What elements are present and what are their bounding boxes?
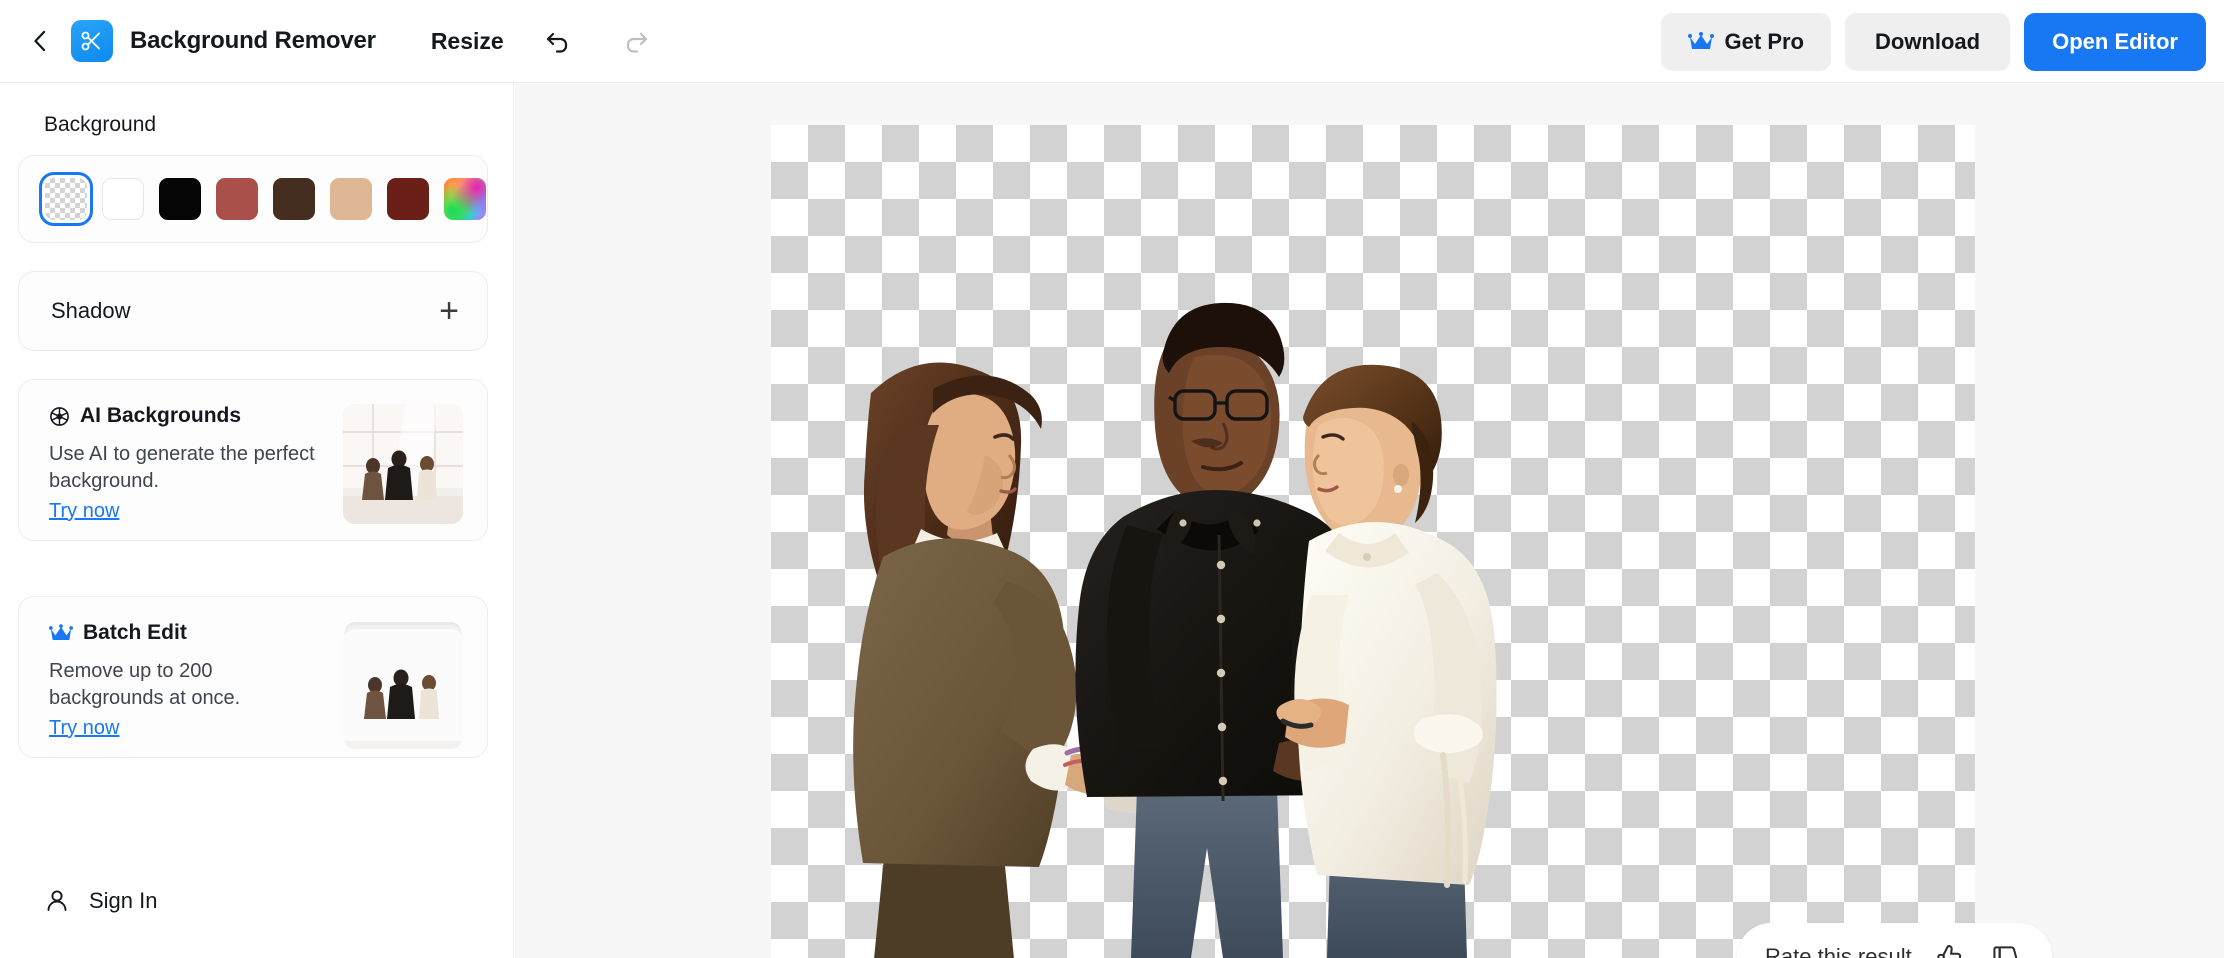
- rate-result-label: Rate this result: [1765, 944, 1912, 958]
- sign-in-label: Sign In: [89, 888, 158, 914]
- background-swatch-row: [19, 156, 487, 242]
- top-bar: Background Remover Resize Get Pro Downlo…: [0, 0, 2224, 83]
- thumbs-down-icon: [1991, 942, 2021, 958]
- swatch-black[interactable]: [159, 178, 201, 220]
- thumbs-down-button[interactable]: [1988, 939, 2024, 958]
- undo-button[interactable]: [538, 21, 578, 61]
- swatch-maroon[interactable]: [387, 178, 429, 220]
- batch-edit-description: Remove up to 200 backgrounds at once.: [49, 658, 319, 713]
- person-right: [1276, 365, 1496, 958]
- background-section-label: Background: [44, 113, 156, 137]
- background-swatch-card: [18, 155, 488, 243]
- artboard-transparent-checkerboard[interactable]: [771, 125, 1975, 958]
- redo-arrow-icon: [622, 27, 650, 55]
- resize-button[interactable]: Resize: [421, 20, 514, 63]
- cutout-subject-image: [771, 125, 1975, 958]
- crown-icon: [49, 624, 73, 643]
- sign-in-button[interactable]: Sign In: [36, 880, 166, 922]
- app-logo: [71, 20, 113, 62]
- undo-arrow-icon: [544, 27, 572, 55]
- person-icon: [44, 888, 70, 914]
- rate-result-toast: Rate this result: [1737, 923, 2052, 958]
- swatch-tan[interactable]: [330, 178, 372, 220]
- top-bar-actions: Get Pro Download Open Editor: [1661, 0, 2206, 83]
- office-scene-thumbnail-image: [343, 404, 463, 524]
- swatch-brick-red[interactable]: [216, 178, 258, 220]
- open-editor-button[interactable]: Open Editor: [2024, 13, 2206, 71]
- swatch-transparent[interactable]: [45, 178, 87, 220]
- sidebar: Background Shadow +: [0, 83, 514, 958]
- swatch-custom-color-picker[interactable]: [444, 178, 486, 220]
- batch-edit-try-now-link[interactable]: Try now: [49, 717, 119, 740]
- ai-backgrounds-title: AI Backgrounds: [80, 404, 241, 428]
- thumbs-up-button[interactable]: [1932, 939, 1968, 958]
- ai-backgrounds-try-now-link[interactable]: Try now: [49, 500, 119, 523]
- ai-sparkle-icon: [49, 406, 70, 427]
- back-button[interactable]: [23, 24, 57, 58]
- ai-backgrounds-card[interactable]: AI Backgrounds Use AI to generate the pe…: [18, 379, 488, 541]
- plus-icon[interactable]: +: [439, 294, 459, 328]
- swatch-dark-brown[interactable]: [273, 178, 315, 220]
- thumbs-up-icon: [1935, 942, 1965, 958]
- get-pro-button[interactable]: Get Pro: [1661, 13, 1831, 71]
- crown-icon: [1688, 32, 1714, 52]
- stacked-images-thumbnail-image: [343, 629, 463, 741]
- shadow-card[interactable]: Shadow +: [18, 271, 488, 351]
- ai-backgrounds-description: Use AI to generate the perfect backgroun…: [49, 441, 319, 496]
- canvas-area[interactable]: Rate this result: [515, 83, 2224, 958]
- batch-edit-card[interactable]: Batch Edit Remove up to 200 backgrounds …: [18, 596, 488, 758]
- shadow-label: Shadow: [51, 298, 131, 324]
- swatch-white[interactable]: [102, 178, 144, 220]
- batch-edit-thumbnail: [343, 629, 463, 749]
- app-title: Background Remover: [130, 27, 376, 55]
- batch-edit-title: Batch Edit: [83, 621, 187, 645]
- ai-backgrounds-thumbnail: [343, 404, 463, 524]
- get-pro-label: Get Pro: [1725, 29, 1804, 55]
- redo-button[interactable]: [616, 21, 656, 61]
- download-button[interactable]: Download: [1845, 13, 2010, 71]
- scissors-icon: [80, 29, 104, 53]
- chevron-left-icon: [29, 28, 51, 54]
